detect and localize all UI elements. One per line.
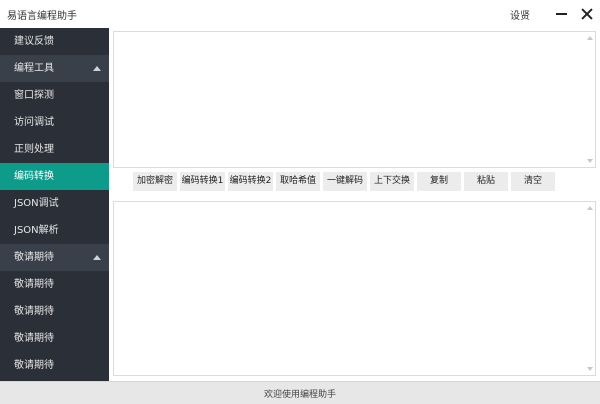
sidebar: 建议反馈 编程工具 窗口探测 访问调试 正则处理 编码转换 JSON调试 JSO… <box>0 28 109 381</box>
sidebar-item-label: 编码转换 <box>14 171 54 182</box>
chevron-up-icon <box>93 66 101 71</box>
sidebar-item-coming-soon[interactable]: 敬请期待 <box>0 325 109 352</box>
settings-button[interactable]: 设贤 <box>510 7 530 22</box>
sidebar-item-label: JSON调试 <box>14 198 59 209</box>
sidebar-group-label: 敬请期待 <box>14 252 54 263</box>
scroll-up-icon[interactable] <box>587 206 593 210</box>
scroll-down-icon[interactable] <box>587 159 593 163</box>
sidebar-item-coming-soon[interactable]: 敬请期待 <box>0 352 109 379</box>
sidebar-item-label: 建议反馈 <box>14 36 54 47</box>
app-title: 易语言编程助手 <box>7 11 77 22</box>
close-icon[interactable] <box>580 7 594 21</box>
toolbar: 加密解密 编码转换1 编码转换2 取哈希值 一键解码 上下交换 复制 粘贴 清空 <box>133 172 558 191</box>
sidebar-item-coming-soon[interactable]: 敬请期待 <box>0 271 109 298</box>
sidebar-item-label: 敬请期待 <box>14 333 54 344</box>
input-textarea[interactable] <box>113 31 596 168</box>
sidebar-item-label: 正则处理 <box>14 144 54 155</box>
paste-button[interactable]: 粘贴 <box>464 172 508 191</box>
sidebar-group-coming-soon[interactable]: 敬请期待 <box>0 244 109 271</box>
swap-button[interactable]: 上下交换 <box>370 172 414 191</box>
sidebar-item-label: JSON解析 <box>14 225 59 236</box>
sidebar-item-feedback[interactable]: 建议反馈 <box>0 28 109 55</box>
sidebar-item-encoding[interactable]: 编码转换 <box>0 163 109 190</box>
hash-button[interactable]: 取哈希值 <box>276 172 320 191</box>
sidebar-item-json-parse[interactable]: JSON解析 <box>0 217 109 244</box>
sidebar-item-access-debug[interactable]: 访问调试 <box>0 109 109 136</box>
clear-button[interactable]: 清空 <box>511 172 555 191</box>
sidebar-item-json-debug[interactable]: JSON调试 <box>0 190 109 217</box>
sidebar-item-label: 敬请期待 <box>14 306 54 317</box>
sidebar-group-tools[interactable]: 编程工具 <box>0 55 109 82</box>
status-bar: 欢迎使用编程助手 <box>0 381 600 404</box>
scroll-down-icon[interactable] <box>587 367 593 371</box>
sidebar-group-label: 编程工具 <box>14 63 54 74</box>
one-click-decode-button[interactable]: 一键解码 <box>323 172 367 191</box>
encode-convert-1-button[interactable]: 编码转换1 <box>180 172 225 191</box>
copy-button[interactable]: 复制 <box>417 172 461 191</box>
sidebar-item-label: 敬请期待 <box>14 279 54 290</box>
output-textarea[interactable] <box>113 201 596 376</box>
sidebar-item-label: 窗口探测 <box>14 90 54 101</box>
sidebar-item-regex[interactable]: 正则处理 <box>0 136 109 163</box>
encrypt-decrypt-button[interactable]: 加密解密 <box>133 172 177 191</box>
sidebar-item-coming-soon[interactable]: 敬请期待 <box>0 298 109 325</box>
sidebar-item-window-probe[interactable]: 窗口探测 <box>0 82 109 109</box>
sidebar-item-label: 访问调试 <box>14 117 54 128</box>
status-text: 欢迎使用编程助手 <box>263 390 336 400</box>
minimize-icon[interactable] <box>555 7 569 21</box>
title-bar: 易语言编程助手 设贤 <box>0 0 600 28</box>
scroll-up-icon[interactable] <box>587 36 593 40</box>
encode-convert-2-button[interactable]: 编码转换2 <box>228 172 273 191</box>
window-controls: 设贤 <box>510 0 594 28</box>
sidebar-item-label: 敬请期待 <box>14 360 54 371</box>
chevron-up-icon <box>93 255 101 260</box>
